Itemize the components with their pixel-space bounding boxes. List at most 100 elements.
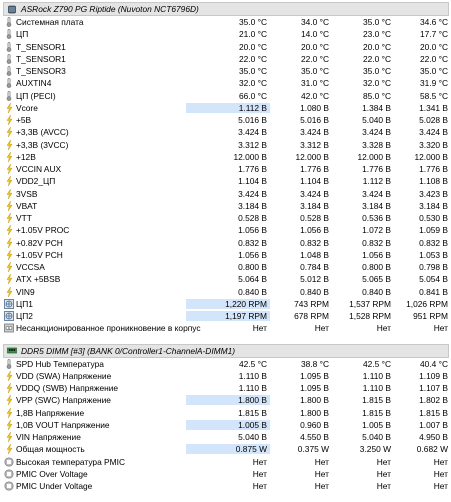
sensor-row[interactable]: VDD (SWA) Напряжение 1.110 В 1.095 В 1.110 … [0, 370, 451, 382]
section-header[interactable]: DDR5 DIMM [#3] (BANK 0/Controller1-Chann… [3, 343, 449, 358]
sensor-row[interactable]: VCCSA 0.800 В 0.784 В 0.800 В 0.798 В [0, 261, 451, 273]
sensor-row[interactable]: +1.05V PROC 1.056 В 1.056 В 1.072 В 1.059 В [0, 224, 451, 236]
current-value: 3.184 В [238, 200, 267, 211]
sensor-label: +3,3В (AVCC) [16, 127, 69, 138]
avg-value: 0.841 В [419, 286, 448, 297]
current-value: 1.112 В [186, 102, 270, 113]
sensor-label: Несанкционированное проникновение в корп… [16, 323, 201, 334]
avg-value: 1.053 В [419, 249, 448, 260]
sensor-label: Высокая температура PMIC [16, 456, 125, 467]
current-value: 1.800 В [186, 395, 270, 406]
current-value: 3.424 В [238, 127, 267, 138]
sensor-row[interactable]: 1,0В VOUT Напряжение 1.005 В 0.960 В 1.005 … [0, 419, 451, 431]
sensor-label: +12В [16, 151, 36, 162]
avg-value: 0.832 В [419, 237, 448, 248]
min-value: 1.776 В [300, 164, 329, 175]
sensor-row[interactable]: +3,3В (AVCC) 3.424 В 3.424 В 3.424 В 3.424 В [0, 126, 451, 138]
sensor-row[interactable]: +1.05V PCH 1.056 В 1.048 В 1.056 В 1.053 В [0, 249, 451, 261]
sensor-row[interactable]: T_SENSOR3 35.0 °C 35.0 °C 35.0 °C 35.0 °C [0, 65, 451, 77]
sensor-row[interactable]: AUXTIN4 32.0 °C 31.0 °C 32.0 °C 31.9 °C [0, 77, 451, 89]
sensor-row[interactable]: VDDQ (SWB) Напряжение 1.110 В 1.095 В 1.110… [0, 382, 451, 394]
sensor-row[interactable]: PMIC Under Voltage Нет Нет Нет Нет [0, 480, 451, 492]
sensor-row[interactable]: 1,8В Напряжение 1.815 В 1.800 В 1.815 В 1.81… [0, 407, 451, 419]
sensor-row[interactable]: +12В 12.000 В 12.000 В 12.000 В 12.000 В [0, 151, 451, 163]
sensor-row[interactable]: T_SENSOR1 20.0 °C 20.0 °C 20.0 °C 20.0 °C [0, 41, 451, 53]
max-value: Нет [376, 323, 391, 334]
current-value: 20.0 °C [238, 41, 267, 52]
sensor-label: ATX +5BSB [16, 274, 61, 285]
sensor-label: 1,0В VOUT Напряжение [16, 419, 110, 430]
max-value: 1.056 В [362, 249, 391, 260]
sensor-row[interactable]: ЦП (PECI) 66.0 °C 42.0 °C 85.0 °C 58.5 °C [0, 90, 451, 102]
min-value: 0.832 В [300, 237, 329, 248]
status-icon [4, 469, 14, 479]
avg-value: 40.4 °C [419, 358, 448, 369]
avg-value: 951 RPM [413, 311, 448, 322]
avg-value: 5.054 В [419, 274, 448, 285]
sensor-label: PMIC Under Voltage [16, 481, 93, 492]
bolt-icon [4, 274, 14, 285]
max-value: 3.328 В [362, 139, 391, 150]
max-value: 3.250 W [359, 444, 391, 455]
sensor-row[interactable]: VCCIN AUX 1.776 В 1.776 В 1.776 В 1.776 В [0, 163, 451, 175]
current-value: Нет [252, 468, 267, 479]
status-icon [4, 481, 14, 491]
sensor-row[interactable]: +0.82V PCH 0.832 В 0.832 В 0.832 В 0.832 В [0, 237, 451, 249]
sensor-row[interactable]: ЦП2 1,197 RPM 678 RPM 1,528 RPM 951 RPM [0, 310, 451, 322]
thermometer-icon [4, 29, 14, 40]
avg-value: 0.530 В [419, 213, 448, 224]
section-header[interactable]: ASRock Z790 PG Riptide (Nuvoton NCT6796D… [3, 2, 449, 16]
sensor-label: Общая мощность [16, 444, 85, 455]
sensor-row[interactable]: Vcore 1.112 В 1.080 В 1.384 В 1.341 В [0, 102, 451, 114]
sensor-row[interactable]: 3VSB 3.424 В 3.424 В 3.424 В 3.423 В [0, 188, 451, 200]
max-value: 5.040 В [362, 115, 391, 126]
fan-icon [4, 311, 14, 321]
sensor-row[interactable]: VIN Напряжение 5.040 В 4.550 В 5.040 В 4.950… [0, 431, 451, 443]
sensor-label: AUXTIN4 [16, 78, 52, 89]
min-value: Нет [314, 456, 329, 467]
max-value: 1.110 В [362, 383, 391, 394]
min-value: 3.424 В [300, 127, 329, 138]
bolt-icon [4, 237, 14, 248]
avg-value: 17.7 °C [419, 29, 448, 40]
sensor-label: VDD2_ЦП [16, 176, 56, 187]
sensor-row[interactable]: Общая мощность 0.875 W 0.375 W 3.250 W 0.682… [0, 443, 451, 455]
memory-icon [7, 346, 17, 355]
sensor-row[interactable]: T_SENSOR1 22.0 °C 22.0 °C 22.0 °C 22.0 °C [0, 53, 451, 65]
sensor-row[interactable]: VTT 0.528 В 0.528 В 0.536 В 0.530 В [0, 212, 451, 224]
sensor-row[interactable]: ЦП 21.0 °C 14.0 °C 23.0 °C 17.7 °C [0, 28, 451, 40]
sensor-row[interactable]: SPD Hub Температура 42.5 °C 38.8 °C 42.5 °C… [0, 358, 451, 370]
bolt-icon [4, 139, 14, 150]
sensor-row[interactable]: VPP (SWC) Напряжение 1.800 В 1.800 В 1.815 … [0, 394, 451, 406]
sensor-label: SPD Hub Температура [16, 358, 104, 369]
min-value: 0.528 В [300, 213, 329, 224]
sensor-row[interactable]: PMIC Over Voltage Нет Нет Нет Нет [0, 468, 451, 480]
sensor-row[interactable]: VBAT 3.184 В 3.184 В 3.184 В 3.184 В [0, 200, 451, 212]
sensor-label: VDDQ (SWB) Напряжение [16, 383, 119, 394]
sensor-row[interactable]: +5В 5.016 В 5.016 В 5.040 В 5.028 В [0, 114, 451, 126]
sensor-row[interactable]: ЦП1 1,220 RPM 743 RPM 1,537 RPM 1,026 RPM [0, 298, 451, 310]
avg-value: 3.320 В [419, 139, 448, 150]
max-value: 5.040 В [362, 432, 391, 443]
min-value: 31.0 °C [300, 78, 329, 89]
sensor-row[interactable]: +3,3В (3VCC) 3.312 В 3.312 В 3.328 В 3.320 В [0, 139, 451, 151]
avg-value: 12.000 В [414, 151, 448, 162]
bolt-icon [4, 419, 14, 430]
max-value: 1.815 В [362, 407, 391, 418]
avg-value: 5.028 В [419, 115, 448, 126]
max-value: 3.424 В [362, 127, 391, 138]
sensor-label: VIN Напряжение [16, 432, 81, 443]
sensor-row[interactable]: VIN9 0.840 В 0.840 В 0.840 В 0.841 В [0, 286, 451, 298]
sensor-row[interactable]: Системная плата 35.0 °C 34.0 °C 35.0 °C 34.6… [0, 16, 451, 28]
sensor-row[interactable]: Высокая температура PMIC Нет Нет Нет Нет [0, 456, 451, 468]
max-value: 1.776 В [362, 164, 391, 175]
sensor-row[interactable]: VDD2_ЦП 1.104 В 1.104 В 1.112 В 1.108 В [0, 175, 451, 187]
min-value: 22.0 °C [300, 53, 329, 64]
sensor-row[interactable]: Несанкционированное проникновение в корп… [0, 322, 451, 334]
max-value: 1.072 В [362, 225, 391, 236]
bolt-icon [4, 383, 14, 393]
sensor-row[interactable]: ATX +5BSB 5.064 В 5.012 В 5.065 В 5.054 В [0, 273, 451, 285]
thermometer-icon [4, 17, 14, 27]
sensor-label: Vcore [16, 102, 38, 113]
current-value: 35.0 °C [238, 66, 267, 77]
